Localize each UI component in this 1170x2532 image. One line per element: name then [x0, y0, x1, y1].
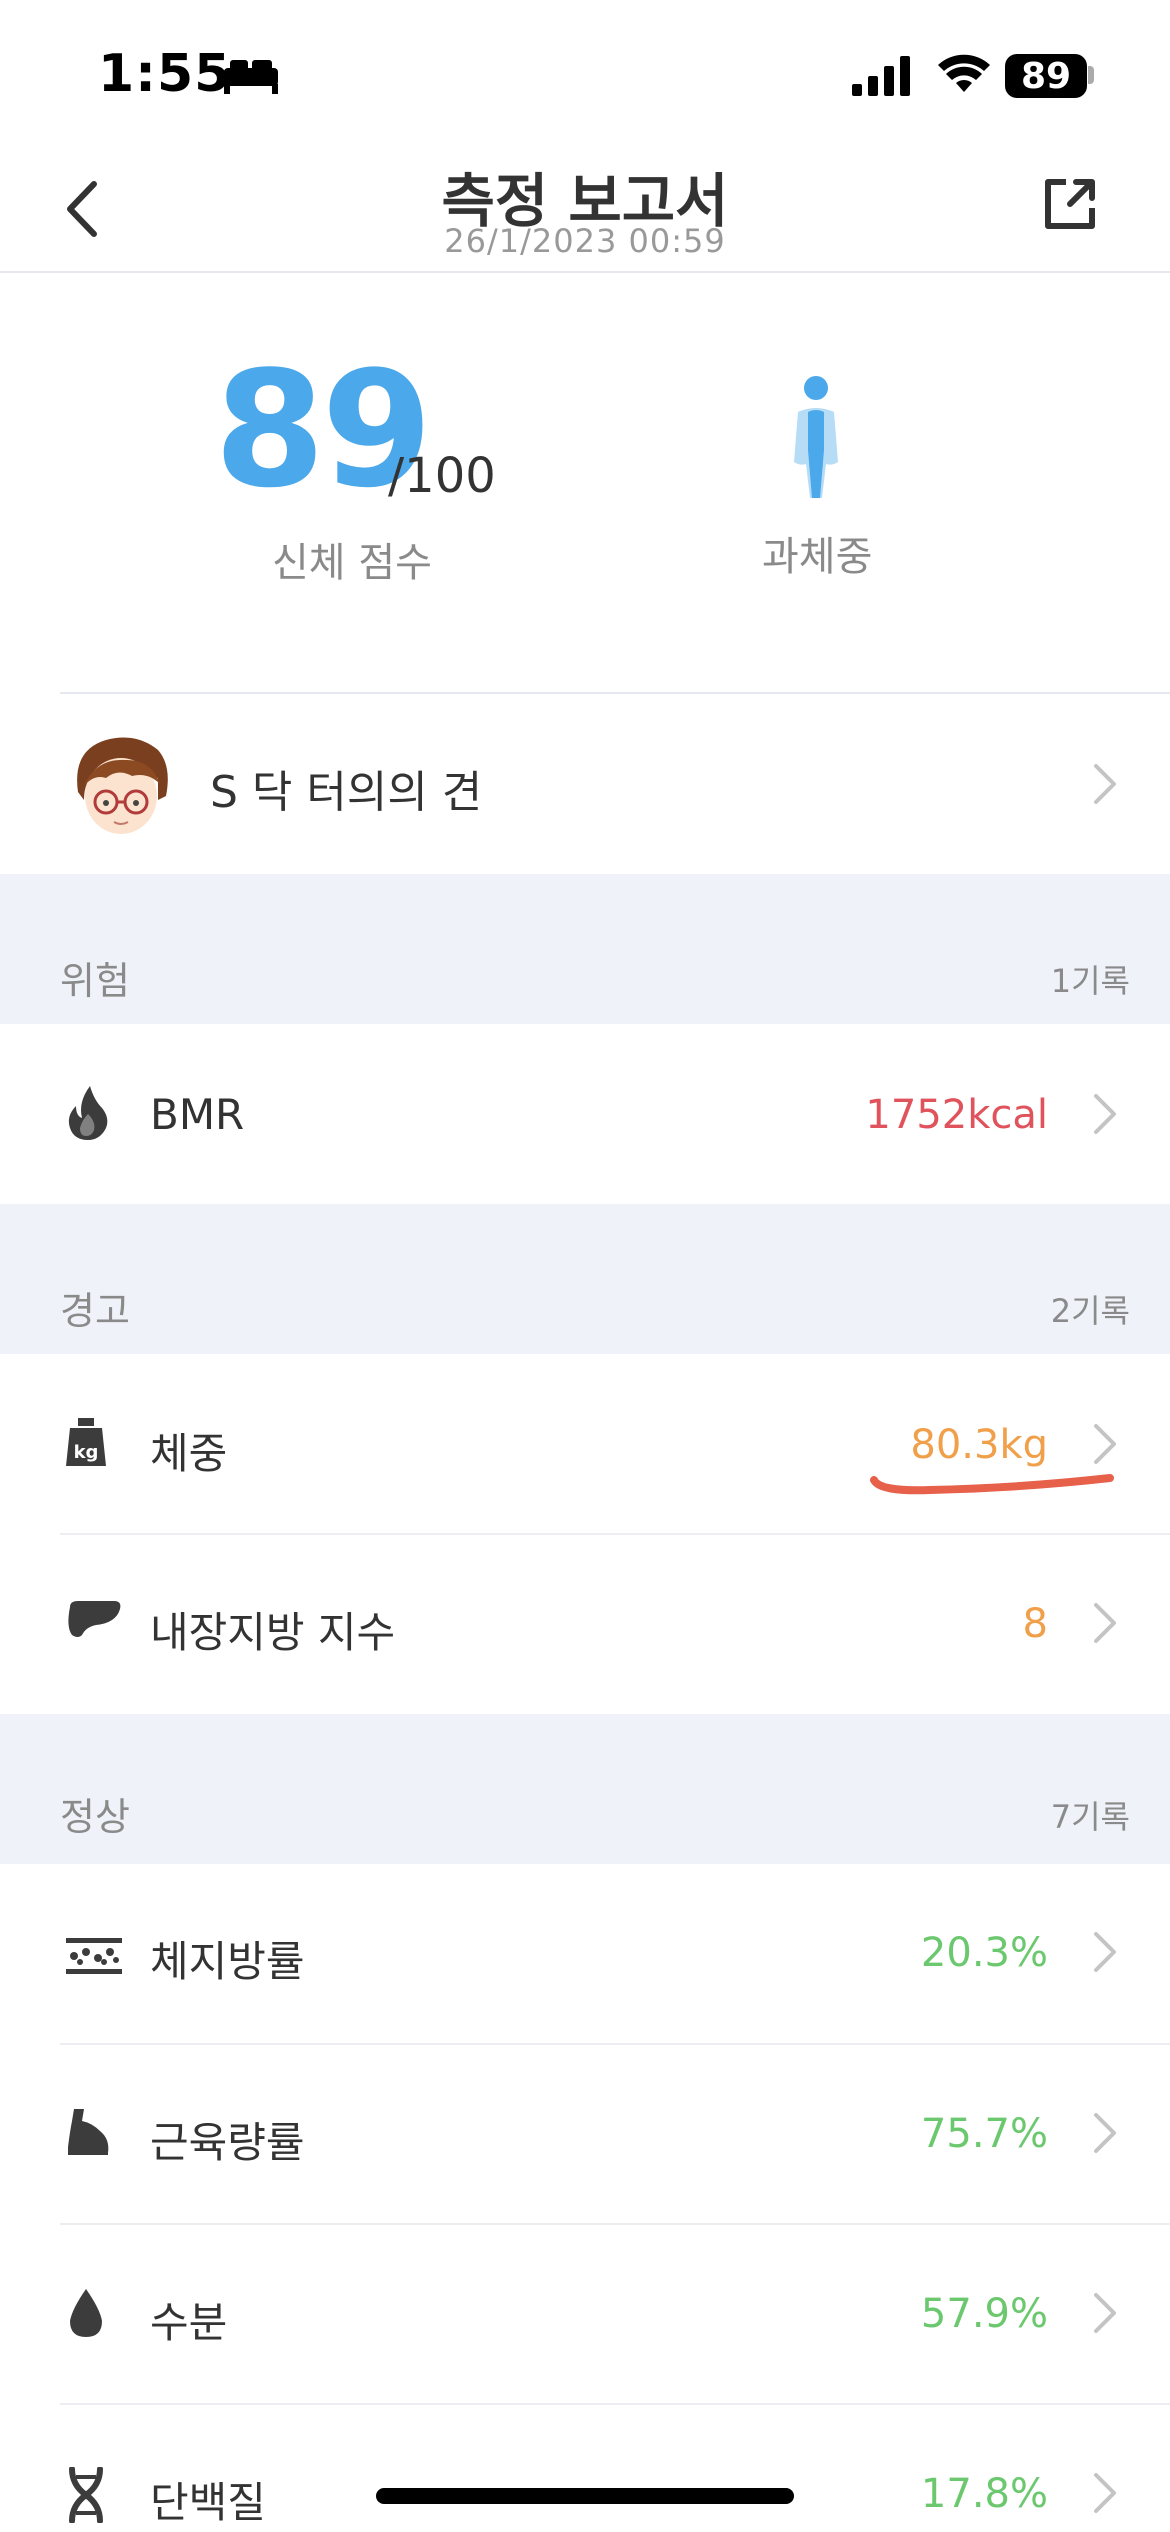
metric-value: 8: [1022, 1601, 1048, 1647]
chevron-right-icon: [1094, 764, 1116, 804]
chevron-right-icon: [1094, 1932, 1116, 1972]
body-type-label: 과체중: [762, 534, 873, 580]
metric-value: 75.7%: [920, 2111, 1048, 2157]
section-header-warning: 경고 2기록: [0, 1204, 1170, 1354]
metric-row-muscle[interactable]: 근육량률 75.7%: [0, 2045, 1170, 2225]
chevron-right-icon: [1094, 2293, 1116, 2333]
body-fat-icon: [66, 1938, 122, 1974]
nav-bar: 측정 보고서 26/1/2023 00:59: [0, 150, 1170, 273]
metric-row-body-fat[interactable]: 체지방률 20.3%: [0, 1864, 1170, 2044]
metric-row-water[interactable]: 수분 57.9%: [0, 2225, 1170, 2405]
section-title: 정상: [60, 1795, 130, 1839]
status-bar: 1:55 89: [0, 0, 1170, 150]
doctor-opinion-label: S 닥 터의의 견: [210, 767, 483, 818]
section-count: 2기록: [1050, 1292, 1130, 1330]
battery-level: 89: [1020, 56, 1072, 97]
body-score-label: 신체 점수: [272, 540, 432, 586]
metric-value: 1752kcal: [865, 1092, 1048, 1138]
body-score-max: /100: [388, 448, 496, 504]
chevron-right-icon: [1094, 1094, 1116, 1134]
flame-icon: [68, 1086, 108, 1140]
section-title: 위험: [60, 959, 130, 1003]
metric-label: 수분: [150, 2298, 228, 2347]
metric-row-protein[interactable]: 단백질 17.8%: [0, 2405, 1170, 2532]
muscle-icon: [68, 2109, 109, 2155]
metric-label: BMR: [150, 1090, 245, 1139]
share-icon[interactable]: [1040, 174, 1100, 234]
metric-label: 근육량률: [150, 2118, 305, 2167]
metric-label: 단백질: [150, 2478, 266, 2527]
dna-icon: [69, 2467, 103, 2523]
metric-row-weight[interactable]: kg 체중 80.3kg: [0, 1354, 1170, 1534]
home-indicator[interactable]: [376, 2488, 794, 2504]
section-title: 경고: [60, 1289, 130, 1333]
metric-value: 17.8%: [920, 2471, 1048, 2517]
handwritten-underline: [870, 1474, 1114, 1495]
section-header-risk: 위험 1기록: [0, 874, 1170, 1024]
metric-row-bmr[interactable]: BMR 1752kcal: [0, 1024, 1170, 1204]
page-subtitle-date: 26/1/2023 00:59: [444, 222, 726, 260]
water-drop-icon: [70, 2289, 102, 2337]
section-header-normal: 정상 7기록: [0, 1714, 1170, 1864]
chevron-right-icon: [1094, 2473, 1116, 2513]
chevron-right-icon: [1094, 2113, 1116, 2153]
metric-row-visceral-fat[interactable]: 내장지방 지수 8: [0, 1535, 1170, 1715]
metric-value: 57.9%: [920, 2291, 1048, 2337]
section-count: 7기록: [1050, 1798, 1130, 1836]
status-time: 1:55: [98, 44, 232, 104]
battery-cap: [1088, 66, 1094, 84]
signal-icon: [852, 56, 910, 96]
weight-kg-icon: kg: [66, 1418, 106, 1466]
svg-text:kg: kg: [74, 1442, 99, 1463]
section-count: 1기록: [1050, 962, 1130, 1000]
chevron-right-icon: [1094, 1603, 1116, 1643]
doctor-opinion-row[interactable]: S 닥 터의의 견: [0, 694, 1170, 874]
doctor-avatar: [77, 737, 168, 834]
wifi-icon: [938, 54, 990, 92]
metric-label: 체중: [150, 1429, 228, 1478]
body-figure-icon: [794, 376, 838, 498]
bed-icon: [224, 60, 278, 94]
liver-icon: [68, 1601, 121, 1637]
metric-value: 20.3%: [920, 1930, 1048, 1976]
metric-label: 내장지방 지수: [150, 1608, 396, 1657]
metric-label: 체지방률: [150, 1937, 305, 1986]
